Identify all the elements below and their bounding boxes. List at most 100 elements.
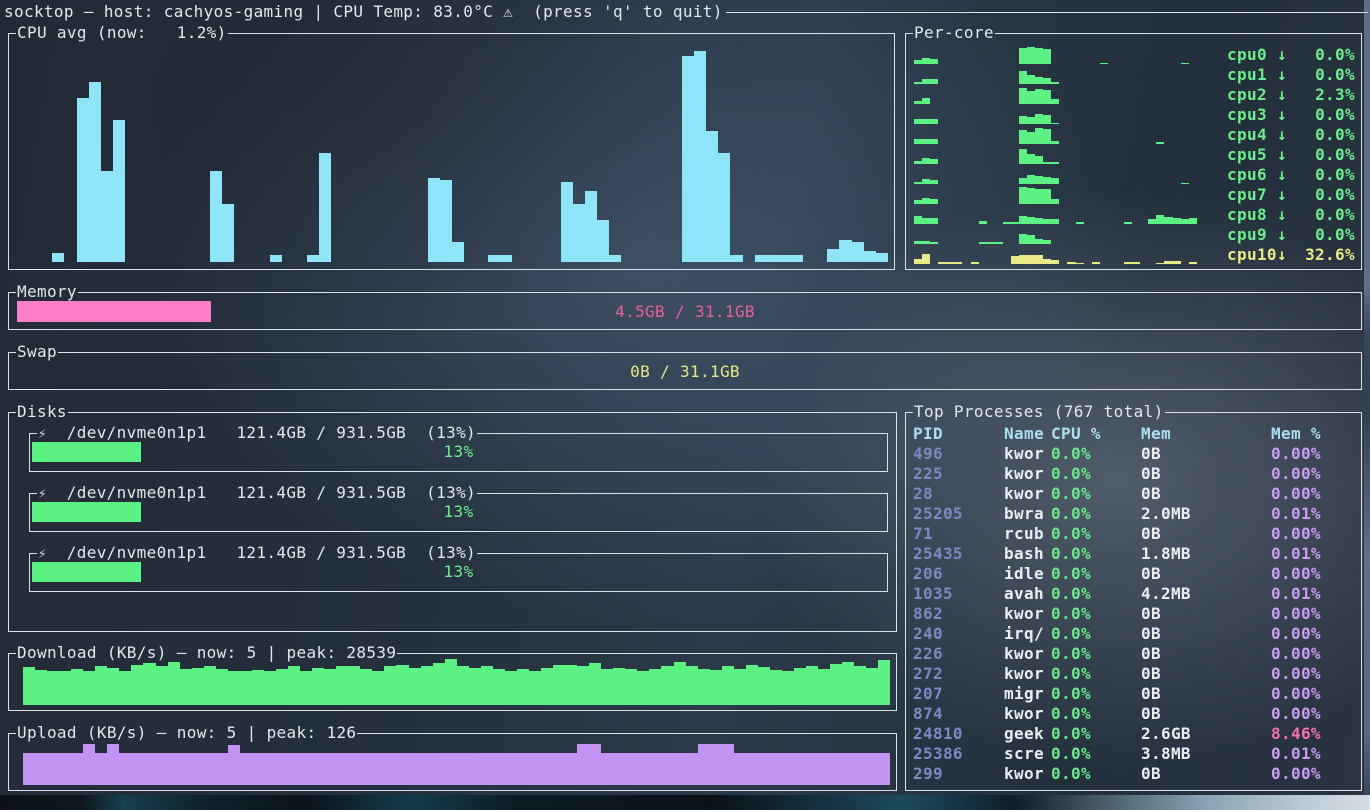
bar [270, 255, 282, 262]
bar [930, 159, 938, 164]
core-row: cpu0↓0.0% [914, 45, 1355, 65]
core-spark [914, 106, 1221, 124]
bar [228, 745, 240, 785]
bar [1019, 234, 1027, 244]
bar [1043, 162, 1051, 164]
bar [264, 753, 276, 785]
core-row: cpu2↓2.3% [914, 85, 1355, 105]
core-usage-value: 0.0% [1287, 105, 1355, 125]
bar [409, 668, 421, 705]
bar [107, 668, 119, 705]
bar [979, 221, 987, 224]
process-row: 240irq/0.0%0B0.00% [913, 624, 1361, 644]
bar [372, 671, 384, 705]
process-row: 1035avah0.0%4.2MB0.01% [913, 584, 1361, 604]
bar [1043, 240, 1051, 244]
bar [1043, 129, 1051, 144]
process-cell: 0B [1141, 644, 1271, 664]
swap-panel: Swap 0B / 31.1GB [8, 352, 1362, 390]
process-cell: 0B [1141, 524, 1271, 544]
bar [52, 253, 64, 262]
process-cell: 0.0% [1051, 464, 1141, 484]
bar [1156, 263, 1164, 264]
bar [1189, 218, 1197, 224]
bar [493, 753, 505, 785]
bar [1051, 141, 1059, 144]
core-usage-value: 2.3% [1287, 85, 1355, 105]
process-cell: 0.0% [1051, 444, 1141, 464]
process-cell: kwor [1004, 604, 1051, 624]
title-rule-line [726, 12, 1368, 13]
bar [312, 668, 324, 705]
bar [922, 241, 930, 244]
bar [922, 158, 930, 164]
bar [922, 139, 930, 144]
bar [806, 753, 818, 785]
upload-history-chart [23, 738, 890, 785]
core-spark [914, 146, 1221, 164]
bar [433, 753, 445, 785]
core-spark [914, 226, 1221, 244]
bar [47, 671, 59, 705]
process-cell: 272 [913, 664, 1004, 684]
bar [1027, 47, 1035, 64]
bar [1076, 222, 1084, 224]
bar [131, 753, 143, 785]
bar [1164, 217, 1172, 224]
bar [1035, 89, 1043, 104]
bar [469, 753, 481, 785]
bar [505, 753, 517, 785]
top-processes-panel: Top Processes (767 total) PIDNameCPU %Me… [905, 412, 1362, 791]
process-cell: avah [1004, 584, 1051, 604]
core-label: cpu0↓0.0% [1227, 45, 1355, 65]
bar [1019, 88, 1027, 104]
bar [428, 178, 440, 262]
bar [216, 753, 228, 785]
process-row: 28kwor0.0%0B0.00% [913, 484, 1361, 504]
bar [168, 662, 180, 705]
bar [954, 262, 962, 264]
column-header: Name [1004, 424, 1051, 444]
bar [830, 753, 842, 785]
bar [1181, 63, 1189, 64]
bar [794, 668, 806, 705]
bar [95, 753, 107, 785]
bar [360, 753, 372, 785]
core-name: cpu10 [1227, 245, 1277, 265]
core-spark [914, 166, 1221, 184]
down-arrow-icon: ↓ [1277, 145, 1287, 165]
bar [529, 753, 541, 785]
bar [734, 669, 746, 705]
process-cell: 0.00% [1271, 684, 1361, 704]
process-cell: 0.01% [1271, 744, 1361, 764]
bar [348, 753, 360, 785]
memory-meter: 4.5GB / 31.1GB [17, 301, 1353, 322]
bar [113, 120, 125, 262]
bar [674, 662, 686, 705]
process-cell: kwor [1004, 764, 1051, 784]
disk-row-border: ⚡ /dev/nvme0n1p1 121.4GB / 931.5GB (13%) [30, 423, 887, 443]
power-bolt-icon: ⚡ [38, 546, 47, 562]
process-table: PIDNameCPU %MemMem %496kwor0.0%0B0.00%22… [906, 412, 1361, 784]
bar [192, 753, 204, 785]
core-spark [914, 186, 1221, 204]
bar [445, 753, 457, 785]
bar [589, 744, 601, 785]
bar [1124, 262, 1132, 264]
process-cell: 0.00% [1271, 624, 1361, 644]
bar [561, 182, 573, 262]
bar [1003, 222, 1011, 224]
process-cell: 0.00% [1271, 664, 1361, 684]
core-label: cpu4↓0.0% [1227, 125, 1355, 145]
process-cell: 0B [1141, 704, 1271, 724]
disk-percent-label: 13% [30, 562, 887, 582]
bar [500, 255, 512, 262]
disk-percent-label: 13% [30, 502, 887, 522]
process-cell: 1035 [913, 584, 1004, 604]
terminal-window[interactable]: socktop — host: cachyos-gaming | CPU Tem… [0, 0, 1370, 810]
bar [878, 660, 890, 705]
bar [1035, 77, 1043, 84]
bar [930, 79, 938, 84]
cpu-avg-panel: CPU avg (now: 1.2%) [8, 33, 895, 270]
disk-title: ⚡ /dev/nvme0n1p1 121.4GB / 931.5GB (13%) [37, 543, 477, 564]
